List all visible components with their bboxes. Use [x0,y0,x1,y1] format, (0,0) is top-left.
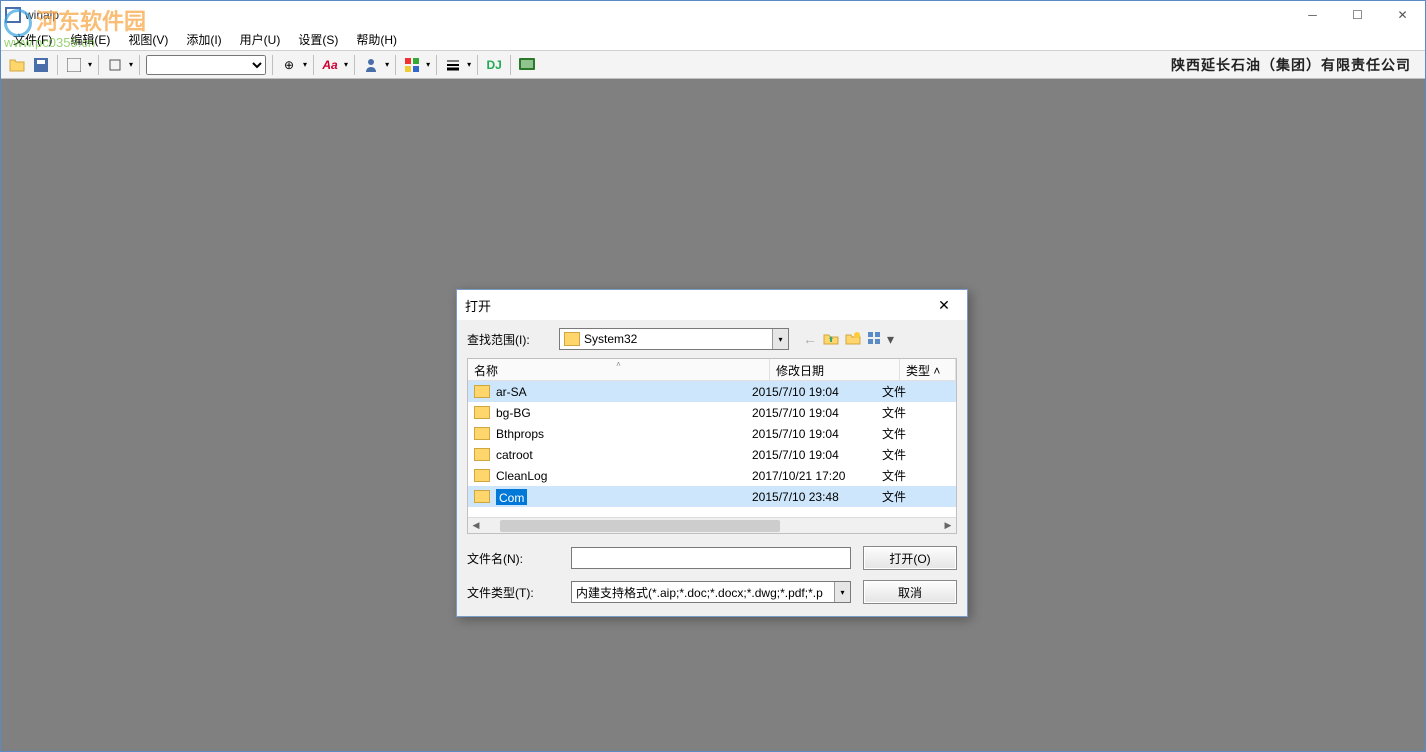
file-list: 名称˄ 修改日期 类型 ˄ ar-SA 2015/7/10 19:04 文件 b… [467,358,957,534]
dropdown-icon[interactable]: ▾ [467,60,471,69]
tool-icon-1[interactable] [64,55,84,75]
zoom-icon[interactable]: ⊕ [279,55,299,75]
separator [510,55,511,75]
folder-icon [474,406,490,419]
separator [395,55,396,75]
dialog-close-button[interactable]: ✕ [929,293,959,317]
up-one-level-icon[interactable] [823,331,839,348]
open-folder-icon[interactable] [7,55,27,75]
menu-add[interactable]: 添加(I) [178,29,229,50]
list-item[interactable]: catroot 2015/7/10 19:04 文件 [468,444,956,465]
new-folder-icon[interactable] [845,331,861,348]
horizontal-scrollbar[interactable]: ◀ ▶ [468,517,956,533]
titlebar: winaip ─ ☐ ✕ [1,1,1425,29]
list-item-selected[interactable]: Com 2015/7/10 23:48 文件 [468,486,956,507]
list-item[interactable]: ar-SA 2015/7/10 19:04 文件 [468,381,956,402]
separator [354,55,355,75]
cancel-button[interactable]: 取消 [863,580,957,604]
dropdown-icon[interactable]: ▾ [385,60,389,69]
dialog-titlebar: 打开 ✕ [457,290,967,320]
toolbar: ▾ ▾ ⊕ ▾ Aa ▾ ▾ ▾ ▾ DJ 陕西延 [1,51,1425,79]
file-list-header: 名称˄ 修改日期 类型 ˄ [468,359,956,381]
separator [272,55,273,75]
tool-icon-2[interactable] [105,55,125,75]
folder-icon [474,427,490,440]
user-icon[interactable] [361,55,381,75]
column-name[interactable]: 名称˄ [468,359,770,380]
separator [436,55,437,75]
separator [57,55,58,75]
dropdown-icon[interactable]: ▾ [344,60,348,69]
dialog-title: 打开 [465,296,491,315]
open-dialog: 打开 ✕ 查找范围(I): System32 ▾ ← [456,289,968,617]
dropdown-icon[interactable]: ▾ [88,60,92,69]
folder-icon [564,332,580,346]
menu-file[interactable]: 文件(F) [5,29,60,50]
menu-edit[interactable]: 编辑(E) [62,29,118,50]
app-title: winaip [25,8,59,22]
dropdown-icon[interactable]: ▾ [129,60,133,69]
look-in-value: System32 [584,332,637,346]
menubar: 文件(F) 编辑(E) 视图(V) 添加(I) 用户(U) 设置(S) 帮助(H… [1,29,1425,51]
list-item[interactable]: CleanLog 2017/10/21 17:20 文件 [468,465,956,486]
back-icon[interactable]: ← [803,331,817,347]
font-style-icon[interactable]: Aa [320,55,340,75]
folder-icon [474,448,490,461]
filename-input[interactable] [571,547,851,569]
list-item[interactable]: Bthprops 2015/7/10 19:04 文件 [468,423,956,444]
look-in-combo[interactable]: System32 ▾ [559,328,789,350]
save-icon[interactable] [31,55,51,75]
dropdown-icon[interactable]: ▾ [772,329,788,349]
folder-icon [474,469,490,482]
menu-view[interactable]: 视图(V) [120,29,176,50]
font-selector[interactable] [146,55,266,75]
open-button[interactable]: 打开(O) [863,546,957,570]
folder-icon [474,490,490,503]
separator [313,55,314,75]
line-weight-icon[interactable] [443,55,463,75]
scroll-thumb[interactable] [500,520,780,532]
color-grid-icon[interactable] [402,55,422,75]
dropdown-icon[interactable]: ▾ [887,331,894,348]
look-in-label: 查找范围(I): [467,331,559,348]
company-name: 陕西延长石油（集团）有限责任公司 [1171,55,1419,75]
view-menu-icon[interactable] [867,331,881,348]
folder-icon [474,385,490,398]
separator [477,55,478,75]
list-item[interactable]: bg-BG 2015/7/10 19:04 文件 [468,402,956,423]
app-window: winaip ─ ☐ ✕ 文件(F) 编辑(E) 视图(V) 添加(I) 用户(… [0,0,1426,752]
menu-settings[interactable]: 设置(S) [290,29,346,50]
menu-user[interactable]: 用户(U) [232,29,289,50]
file-list-body[interactable]: ar-SA 2015/7/10 19:04 文件 bg-BG 2015/7/10… [468,381,956,517]
dropdown-icon[interactable]: ▾ [834,582,850,602]
close-button[interactable]: ✕ [1380,1,1425,29]
menu-help[interactable]: 帮助(H) [348,29,405,50]
maximize-button[interactable]: ☐ [1335,1,1380,29]
minimize-button[interactable]: ─ [1290,1,1335,29]
filetype-combo[interactable]: 内建支持格式(*.aip;*.doc;*.docx;*.dwg;*.pdf;*.… [571,581,851,603]
screen-icon[interactable] [517,55,537,75]
filename-label: 文件名(N): [467,550,559,567]
dropdown-icon[interactable]: ▾ [303,60,307,69]
scroll-right-icon[interactable]: ▶ [940,518,956,534]
filetype-label: 文件类型(T): [467,584,559,601]
app-icon [5,7,21,23]
separator [139,55,140,75]
scroll-left-icon[interactable]: ◀ [468,518,484,534]
dj-icon[interactable]: DJ [484,55,504,75]
statusbar [1,747,1425,751]
rename-input[interactable]: Com [496,489,527,505]
separator [98,55,99,75]
workspace: 打开 ✕ 查找范围(I): System32 ▾ ← [1,79,1425,747]
column-date[interactable]: 修改日期 [770,359,900,380]
dropdown-icon[interactable]: ▾ [426,60,430,69]
column-type[interactable]: 类型 ˄ [900,359,956,380]
